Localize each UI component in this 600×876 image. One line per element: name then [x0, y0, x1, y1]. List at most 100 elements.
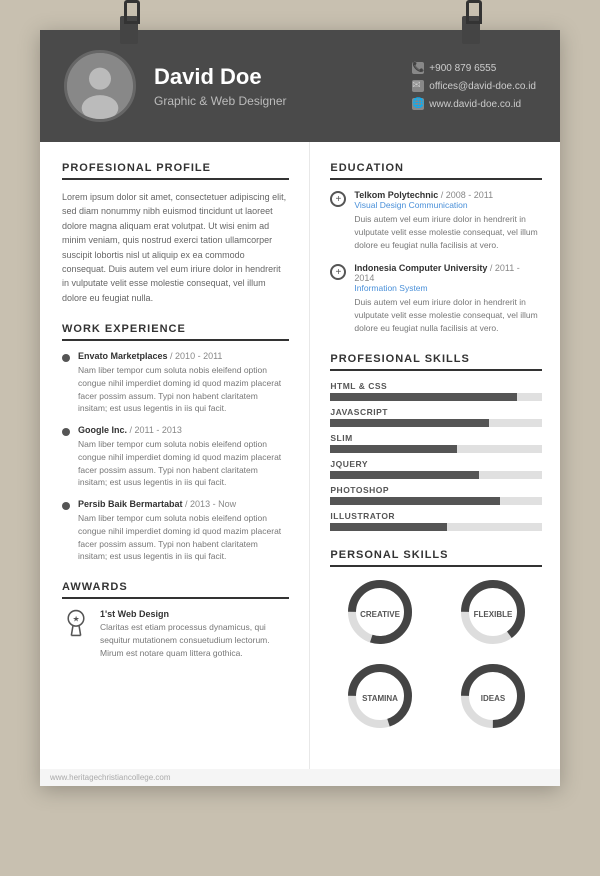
awards-section: AWWARDS ★ 1'st Web Design Claritas est e…: [62, 581, 289, 659]
education-items-list: + Telkom Polytechnic / 2008 - 2011 Visua…: [330, 190, 542, 335]
right-column: EDUCATION + Telkom Polytechnic / 2008 - …: [310, 142, 560, 769]
skill-bar-fill: [330, 497, 499, 505]
resume-body: PROFESIONAL PROFILE Lorem ipsum dolor si…: [40, 142, 560, 769]
skill-item: JAVASCRIPT: [330, 407, 542, 427]
contact-email: ✉ offices@david-doe.co.id: [412, 80, 536, 92]
edu-plus-icon: +: [330, 264, 346, 280]
work-items-list: Envato Marketplaces / 2010 - 2011 Nam li…: [62, 351, 289, 563]
header-contact: 📞 +900 879 6555 ✉ offices@david-doe.co.i…: [412, 62, 536, 110]
svg-text:IDEAS: IDEAS: [480, 694, 505, 703]
awards-section-title: AWWARDS: [62, 581, 289, 599]
work-bullet: [62, 428, 70, 436]
binder-clip-right: [462, 16, 480, 44]
work-bullet: [62, 502, 70, 510]
resume-document: David Doe Graphic & Web Designer 📞 +900 …: [40, 30, 560, 786]
edu-content: Indonesia Computer University / 2011 - 2…: [354, 263, 542, 334]
award-desc: Claritas est etiam processus dynamicus, …: [100, 621, 289, 659]
skill-bar-background: [330, 471, 542, 479]
award-item: ★ 1'st Web Design Claritas est etiam pro…: [62, 609, 289, 659]
skill-bar-background: [330, 393, 542, 401]
work-content: Envato Marketplaces / 2010 - 2011 Nam li…: [78, 351, 289, 415]
edu-period: / 2011 - 2014: [354, 263, 519, 283]
award-icon: ★: [62, 609, 90, 637]
work-period: / 2013 - Now: [185, 499, 236, 509]
edu-content: Telkom Polytechnic / 2008 - 2011 Visual …: [354, 190, 542, 251]
skill-item: JQUERY: [330, 459, 542, 479]
skill-bar-background: [330, 497, 542, 505]
svg-text:STAMINA: STAMINA: [362, 694, 398, 703]
skill-bar-fill: [330, 523, 446, 531]
skill-item: SLIM: [330, 433, 542, 453]
personal-skills-section-title: PERSONAL SKILLS: [330, 549, 542, 567]
edu-degree: Information System: [354, 283, 542, 293]
professional-skills-section: PROFESIONAL SKILLS HTML & CSS JAVASCRIPT…: [330, 353, 542, 531]
pro-skills-section-title: PROFESIONAL SKILLS: [330, 353, 542, 371]
header-job-title: Graphic & Web Designer: [154, 94, 394, 108]
work-bullet: [62, 354, 70, 362]
education-item: + Telkom Polytechnic / 2008 - 2011 Visua…: [330, 190, 542, 251]
edu-period: / 2008 - 2011: [441, 190, 493, 200]
contact-phone: 📞 +900 879 6555: [412, 62, 536, 74]
work-company: Envato Marketplaces / 2010 - 2011: [78, 351, 289, 361]
skill-label: JAVASCRIPT: [330, 407, 542, 417]
email-icon: ✉: [412, 80, 424, 92]
skill-bar-background: [330, 445, 542, 453]
education-section: EDUCATION + Telkom Polytechnic / 2008 - …: [330, 162, 542, 335]
skill-bar-fill: [330, 445, 457, 453]
website-text: www.david-doe.co.id: [429, 99, 521, 110]
skill-item: ILLUSTRATOR: [330, 511, 542, 531]
skill-label: SLIM: [330, 433, 542, 443]
award-content: 1'st Web Design Claritas est etiam proce…: [100, 609, 289, 659]
work-period: / 2010 - 2011: [170, 351, 222, 361]
work-experience-section: WORK EXPERIENCE Envato Marketplaces / 20…: [62, 323, 289, 563]
contact-website: 🌐 www.david-doe.co.id: [412, 98, 536, 110]
work-item: Envato Marketplaces / 2010 - 2011 Nam li…: [62, 351, 289, 415]
skill-label: JQUERY: [330, 459, 542, 469]
work-desc: Nam liber tempor cum soluta nobis eleife…: [78, 438, 289, 489]
skill-bar-fill: [330, 471, 478, 479]
personal-skills-section: PERSONAL SKILLS CREATIVE FLEXIBLE STAMIN…: [330, 549, 542, 731]
work-desc: Nam liber tempor cum soluta nobis eleife…: [78, 512, 289, 563]
left-column: PROFESIONAL PROFILE Lorem ipsum dolor si…: [40, 142, 310, 769]
skill-label: HTML & CSS: [330, 381, 542, 391]
awards-list: ★ 1'st Web Design Claritas est etiam pro…: [62, 609, 289, 659]
work-desc: Nam liber tempor cum soluta nobis eleife…: [78, 364, 289, 415]
footer-watermark: www.heritagechristiancollege.com: [40, 769, 560, 786]
work-company: Google Inc. / 2011 - 2013: [78, 425, 289, 435]
award-title: 1'st Web Design: [100, 609, 289, 619]
donut-chart: IDEAS: [458, 661, 528, 731]
pro-skills-list: HTML & CSS JAVASCRIPT SLIM JQUERY PHOTOS…: [330, 381, 542, 531]
page-wrapper: David Doe Graphic & Web Designer 📞 +900 …: [40, 30, 560, 786]
header-name: David Doe: [154, 64, 394, 90]
resume-header: David Doe Graphic & Web Designer 📞 +900 …: [40, 30, 560, 142]
personal-skill-item: STAMINA: [330, 661, 429, 731]
personal-skill-item: IDEAS: [443, 661, 542, 731]
skill-item: PHOTOSHOP: [330, 485, 542, 505]
edu-school: Indonesia Computer University / 2011 - 2…: [354, 263, 542, 283]
svg-text:★: ★: [73, 615, 80, 624]
work-section-title: WORK EXPERIENCE: [62, 323, 289, 341]
education-item: + Indonesia Computer University / 2011 -…: [330, 263, 542, 334]
binder-clip-left: [120, 16, 138, 44]
donut-chart: FLEXIBLE: [458, 577, 528, 647]
skill-label: PHOTOSHOP: [330, 485, 542, 495]
profile-section-title: PROFESIONAL PROFILE: [62, 162, 289, 180]
skill-bar-fill: [330, 393, 516, 401]
edu-desc: Duis autem vel eum iriure dolor in hendr…: [354, 296, 542, 334]
edu-plus-icon: +: [330, 191, 346, 207]
skill-label: ILLUSTRATOR: [330, 511, 542, 521]
edu-degree: Visual Design Communication: [354, 200, 542, 210]
skill-item: HTML & CSS: [330, 381, 542, 401]
phone-icon: 📞: [412, 62, 424, 74]
donut-chart: STAMINA: [345, 661, 415, 731]
donut-chart: CREATIVE: [345, 577, 415, 647]
svg-text:CREATIVE: CREATIVE: [360, 610, 401, 619]
profile-section: PROFESIONAL PROFILE Lorem ipsum dolor si…: [62, 162, 289, 305]
work-item: Persib Baik Bermartabat / 2013 - Now Nam…: [62, 499, 289, 563]
work-period: / 2011 - 2013: [130, 425, 182, 435]
edu-desc: Duis autem vel eum iriure dolor in hendr…: [354, 213, 542, 251]
svg-text:FLEXIBLE: FLEXIBLE: [473, 610, 512, 619]
personal-skill-item: FLEXIBLE: [443, 577, 542, 647]
personal-skills-grid: CREATIVE FLEXIBLE STAMINA IDEAS: [330, 577, 542, 731]
web-icon: 🌐: [412, 98, 424, 110]
